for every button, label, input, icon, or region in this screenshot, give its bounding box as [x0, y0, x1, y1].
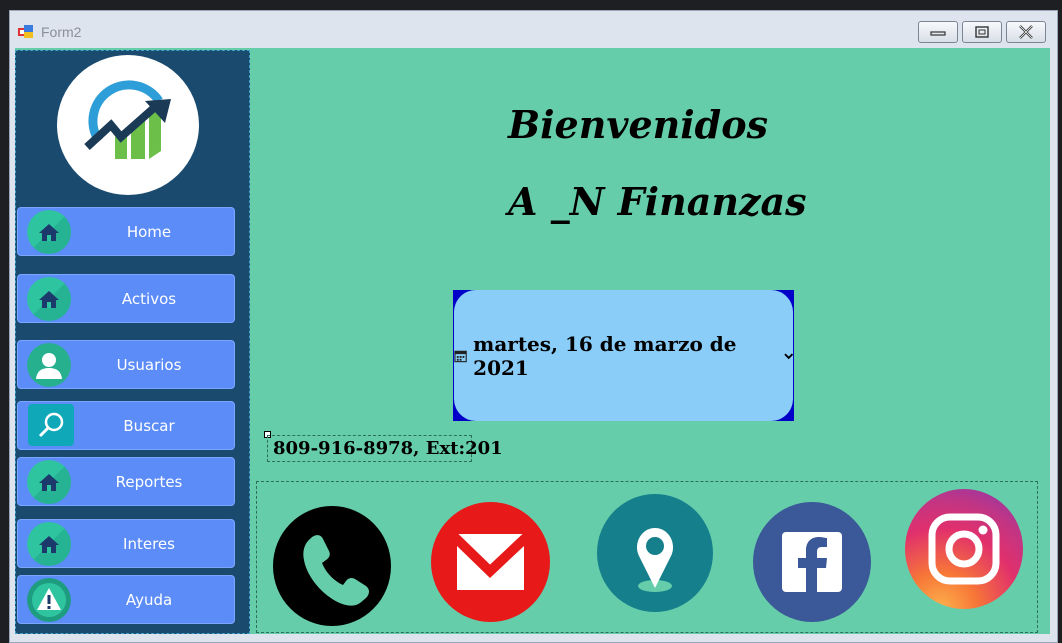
logo	[57, 55, 199, 195]
nav-activos-label: Activos	[121, 290, 177, 308]
date-value: martes, 16 de marzo de 2021	[473, 331, 737, 380]
facebook-icon[interactable]	[753, 502, 871, 622]
nav-usuarios-button[interactable]: Usuarios	[17, 340, 235, 389]
chevron-down-icon[interactable]	[783, 352, 793, 360]
instagram-icon[interactable]	[905, 489, 1023, 609]
title-bar[interactable]: Form2	[10, 11, 1057, 47]
nav-home-button[interactable]: Home	[17, 207, 235, 256]
nav-reportes-button[interactable]: Reportes	[17, 457, 235, 506]
nav-interes-button[interactable]: Interes	[17, 519, 235, 568]
date-picker[interactable]: martes, 16 de marzo de 2021	[453, 290, 794, 421]
minimize-button[interactable]	[918, 21, 958, 43]
nav-ayuda-button[interactable]: Ayuda	[17, 575, 235, 624]
company-heading: A _N Finanzas	[508, 179, 807, 224]
nav-interes-label: Interes	[123, 535, 175, 553]
main-client-area: Home Activos Usuarios Buscar Reportes In…	[15, 48, 1050, 634]
finance-growth-logo	[84, 80, 171, 159]
welcome-heading: Bienvenidos	[508, 102, 768, 147]
close-icon	[1019, 25, 1033, 39]
nav-home-label: Home	[126, 223, 172, 241]
app-window: Form2 Home Activos Usuarios Buscar Repor…	[9, 10, 1058, 643]
house-icon	[27, 210, 71, 254]
maximize-icon	[975, 26, 989, 38]
nav-usuarios-label: Usuarios	[116, 356, 182, 374]
social-links-panel	[256, 481, 1038, 633]
email-icon[interactable]	[431, 502, 550, 622]
house-icon	[27, 522, 71, 566]
contact-phone-label: 809-916-8978, Ext:201	[267, 435, 503, 462]
minimize-icon	[930, 31, 946, 36]
warning-icon	[27, 578, 71, 622]
house-icon	[27, 460, 71, 504]
nav-ayuda-label: Ayuda	[125, 591, 173, 609]
close-button[interactable]	[1006, 21, 1046, 43]
calendar-icon	[454, 350, 467, 362]
nav-activos-button[interactable]: Activos	[17, 274, 235, 323]
nav-buscar-button[interactable]: Buscar	[17, 401, 235, 450]
app-icon	[18, 25, 33, 38]
window-title: Form2	[41, 24, 82, 40]
maximize-button[interactable]	[962, 21, 1002, 43]
house-icon	[27, 277, 71, 321]
nav-reportes-label: Reportes	[115, 473, 183, 491]
user-icon	[27, 343, 71, 387]
phone-icon[interactable]	[273, 506, 391, 626]
location-icon[interactable]	[597, 494, 713, 612]
nav-buscar-label: Buscar	[123, 417, 175, 435]
search-icon	[28, 404, 74, 446]
sidebar: Home Activos Usuarios Buscar Reportes In…	[15, 50, 250, 634]
